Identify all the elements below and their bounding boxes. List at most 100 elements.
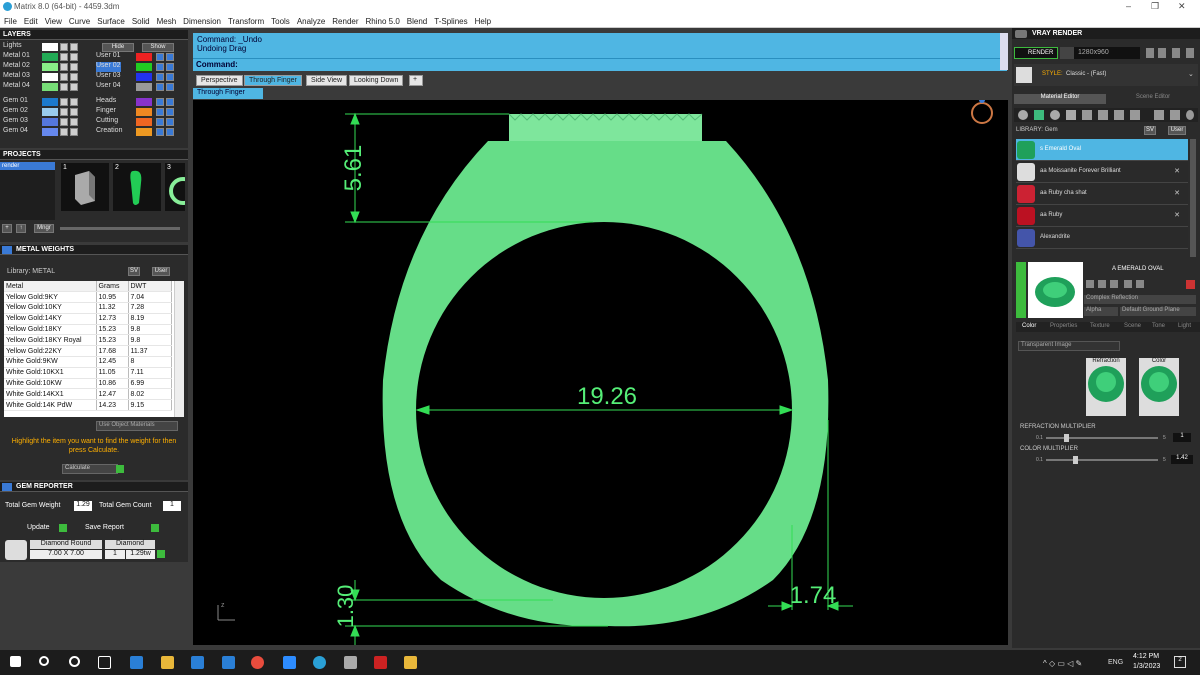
sphere-icon[interactable] <box>1050 110 1060 120</box>
layer-lock-icon[interactable] <box>60 53 68 61</box>
tab-looking-down[interactable]: Looking Down <box>349 75 404 86</box>
tab-side-view[interactable]: Side View <box>306 75 348 86</box>
table-row[interactable]: White Gold:9KW 12.45 8 <box>4 356 172 368</box>
table-row[interactable]: Yellow Gold:22KY 17.68 11.37 <box>4 345 172 358</box>
grid-icon[interactable] <box>1130 110 1140 120</box>
menu-file[interactable]: File <box>0 14 20 26</box>
layer-visible-icon[interactable] <box>166 53 174 61</box>
viewport-title[interactable]: Through Finger <box>193 88 263 99</box>
menu-help[interactable]: Help <box>471 14 494 26</box>
update-button[interactable]: Update <box>27 524 50 531</box>
table-row[interactable]: Yellow Gold:18KY Royal 15.23 9.8 <box>4 334 172 347</box>
texture-icon[interactable] <box>1114 110 1124 120</box>
layer-color-swatch[interactable] <box>42 118 58 126</box>
layer-color-swatch[interactable] <box>42 98 58 106</box>
cortana-icon[interactable] <box>69 656 80 667</box>
table-scrollbar[interactable] <box>174 281 184 417</box>
menu-rhino[interactable]: Rhino 5.0 <box>362 14 403 26</box>
layer-metal-04[interactable]: Metal 04 <box>3 82 30 92</box>
project-list[interactable]: render <box>0 162 55 220</box>
action-icon[interactable] <box>1086 280 1094 288</box>
manager-button[interactable]: Mngr <box>34 224 54 233</box>
layer-lock-icon[interactable] <box>60 108 68 116</box>
use-object-materials-checkbox[interactable]: Use Object Materials <box>96 421 178 431</box>
frame-icon[interactable] <box>1158 48 1166 58</box>
layer-finger[interactable]: Finger <box>96 107 116 117</box>
minimize-button[interactable]: – <box>1126 1 1131 11</box>
layer-color-swatch[interactable] <box>136 128 152 136</box>
action-icon[interactable] <box>1124 280 1132 288</box>
metal-weights-table-frame[interactable]: Metal Grams DWT Yellow Gold:9KY 10.95 7.04 Y… <box>4 281 184 417</box>
chrome-icon[interactable] <box>251 656 264 669</box>
layer-metal-01[interactable]: Metal 01 <box>3 52 30 62</box>
layer-color-swatch[interactable] <box>42 73 58 81</box>
list-item[interactable]: s Emerald Oval <box>1016 139 1188 161</box>
layer-visible-icon[interactable] <box>70 73 78 81</box>
menu-view[interactable]: View <box>41 14 65 26</box>
collapse-icon[interactable] <box>1016 262 1026 318</box>
gem-sv-button[interactable]: SV <box>1144 126 1156 135</box>
tab-tone[interactable]: Tone <box>1152 323 1165 329</box>
layer-lock-icon[interactable] <box>156 98 164 106</box>
gem-material-icon[interactable] <box>1034 110 1044 120</box>
menu-curve[interactable]: Curve <box>65 14 93 26</box>
remove-icon[interactable]: ✕ <box>1174 189 1180 197</box>
layer-creation[interactable]: Creation <box>96 127 122 137</box>
tab-properties[interactable]: Properties <box>1050 323 1077 329</box>
clock-date[interactable]: 1/3/2023 <box>1133 663 1160 670</box>
layer-lights[interactable]: Lights <box>3 42 22 52</box>
layer-visible-icon[interactable] <box>70 108 78 116</box>
menu-dimension[interactable]: Dimension <box>179 14 224 26</box>
layer-color-swatch[interactable] <box>42 63 58 71</box>
layer-lock-icon[interactable] <box>60 83 68 91</box>
save-report-button[interactable]: Save Report <box>85 524 124 531</box>
tab-perspective[interactable]: Perspective <box>196 75 243 86</box>
layer-visible-icon[interactable] <box>166 128 174 136</box>
layer-lock-icon[interactable] <box>156 83 164 91</box>
color-value[interactable]: 1.42 <box>1171 455 1193 464</box>
light-bulb-icon[interactable] <box>1186 110 1194 120</box>
hide-button[interactable]: Hide <box>102 43 134 52</box>
list-item[interactable]: aa Ruby ✕ <box>1016 205 1188 227</box>
menu-analyze[interactable]: Analyze <box>293 14 328 26</box>
list-item[interactable]: Alexandrite <box>1016 227 1188 249</box>
metal-sv-button[interactable]: SV <box>128 267 140 276</box>
add-tab-button[interactable]: + <box>409 75 423 86</box>
table-row[interactable]: Yellow Gold:14KY 12.73 8.19 <box>4 313 172 325</box>
remove-icon[interactable]: ✕ <box>1174 211 1180 219</box>
layer-gem-01[interactable]: Gem 01 <box>3 97 28 107</box>
list-item[interactable]: aa Ruby cha shat ✕ <box>1016 183 1188 205</box>
tab-scene-editor[interactable]: Scene Editor <box>1108 94 1198 104</box>
layer-color-swatch[interactable] <box>42 43 58 51</box>
metal-icon[interactable] <box>1066 110 1076 120</box>
refresh-icon[interactable] <box>1186 280 1195 289</box>
edge-icon[interactable] <box>130 656 143 669</box>
play-icon[interactable] <box>116 465 124 473</box>
layer-lock-icon[interactable] <box>60 98 68 106</box>
play-icon[interactable] <box>151 524 159 532</box>
layer-gem-03[interactable]: Gem 03 <box>3 117 28 127</box>
layer-color-swatch[interactable] <box>136 118 152 126</box>
add-project-button[interactable]: + <box>2 224 12 233</box>
layer-visible-icon[interactable] <box>166 118 174 126</box>
layer-lock-icon[interactable] <box>156 118 164 126</box>
play-icon[interactable] <box>59 524 67 532</box>
layer-color-swatch[interactable] <box>42 53 58 61</box>
remove-icon[interactable]: ✕ <box>1174 167 1180 175</box>
menu-surface[interactable]: Surface <box>93 14 128 26</box>
layer-lock-icon[interactable] <box>156 73 164 81</box>
layer-lock-icon[interactable] <box>60 63 68 71</box>
layer-cutting[interactable]: Cutting <box>96 117 118 127</box>
layer-color-swatch[interactable] <box>136 98 152 106</box>
command-input[interactable] <box>241 60 991 70</box>
layer-color-swatch[interactable] <box>42 128 58 136</box>
layer-lock-icon[interactable] <box>60 73 68 81</box>
layer-lock-icon[interactable] <box>156 63 164 71</box>
ground-plane-select[interactable]: Default Ground Plane <box>1120 307 1196 316</box>
tab-color[interactable]: Color <box>1022 323 1036 329</box>
menu-mesh[interactable]: Mesh <box>153 14 180 26</box>
language-indicator[interactable]: ENG <box>1108 659 1123 666</box>
play-icon[interactable] <box>157 550 165 558</box>
file-explorer-icon[interactable] <box>161 656 174 669</box>
layer-visible-icon[interactable] <box>166 73 174 81</box>
